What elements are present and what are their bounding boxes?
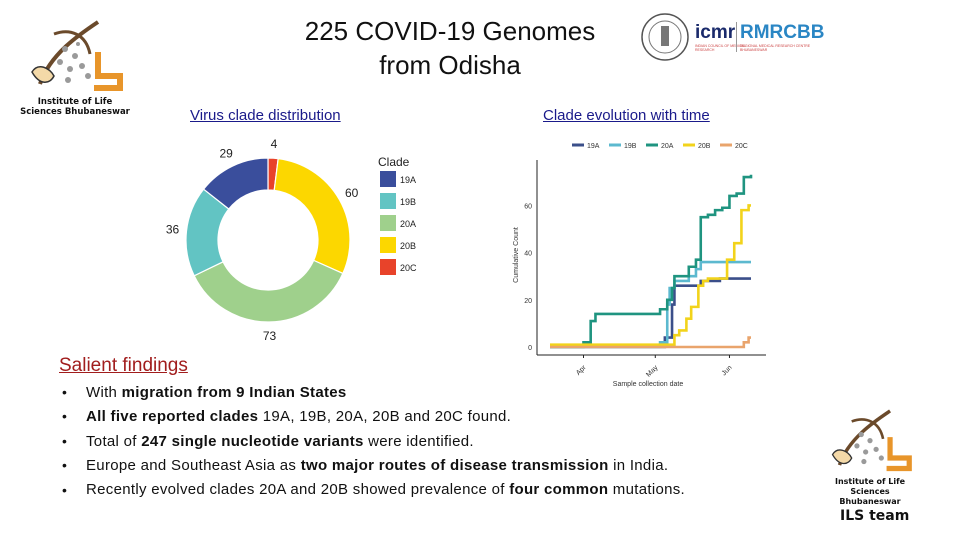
clade-evolution-line-chart: 0 20 40 60 Apr May Jun Sample collection date Cu… bbox=[513, 143, 766, 388]
y-axis-label: Cumulative Count bbox=[513, 227, 520, 283]
legend-label-19B: 19B bbox=[624, 143, 637, 150]
rmrcbb-logo-text: RMRCBB bbox=[740, 22, 825, 43]
finding-text: 19A, 19B, 20A, 20B and 20C found. bbox=[262, 408, 512, 425]
legend-label-19A: 19A bbox=[587, 143, 600, 150]
virus-clade-distribution-link[interactable]: Virus clade distribution bbox=[190, 107, 341, 124]
legend-label-20C: 20C bbox=[400, 263, 417, 273]
donut-slice-20A bbox=[193, 259, 344, 323]
legend-swatch-19A bbox=[380, 171, 396, 187]
bullet-marker: • bbox=[62, 433, 67, 449]
finding-text: Europe and Southeast Asia as bbox=[86, 457, 301, 474]
finding-text: mutations. bbox=[608, 481, 686, 498]
slide-title: 225 COVID-19 Genomes from Odisha bbox=[250, 14, 650, 82]
ils-logo-graphic bbox=[31, 20, 123, 91]
donut-label-20C: 4 bbox=[271, 137, 278, 151]
donut-slice-20B bbox=[273, 157, 351, 275]
legend-swatch-19B bbox=[380, 193, 396, 209]
x-axis-label: Sample collection date bbox=[613, 381, 684, 388]
rmrcbb-logo-subtext: REGIONAL MEDICAL RESEARCH CENTRE BHUBANE… bbox=[740, 44, 811, 52]
finding-text: in India. bbox=[608, 457, 669, 474]
legend-label-20B: 20B bbox=[400, 241, 416, 251]
legend-swatch-20B bbox=[380, 237, 396, 253]
donut-label-19B: 36 bbox=[166, 223, 180, 237]
bullet-marker: • bbox=[62, 482, 67, 498]
bullet-marker: • bbox=[62, 457, 67, 473]
finding-text: Total of bbox=[86, 433, 142, 450]
legend-label-20A: 20A bbox=[661, 143, 674, 150]
y-tick-label: 60 bbox=[524, 203, 532, 210]
ils-logo-text-2: Sciences Bhubaneswar bbox=[20, 107, 130, 117]
series-line-20B bbox=[550, 204, 751, 346]
legend-title: Clade bbox=[378, 155, 410, 169]
finding-emphasis: four common bbox=[509, 481, 609, 498]
finding-1: With migration from 9 Indian States bbox=[86, 384, 347, 401]
finding-text: With bbox=[86, 384, 122, 401]
y-tick-label: 20 bbox=[524, 298, 532, 305]
icmr-emblem-icon bbox=[641, 13, 689, 61]
icmr-rmrcbb-logo: icmr INDIAN COUNCIL OF MEDICAL RESEARCH … bbox=[640, 12, 830, 62]
finding-4: Europe and Southeast Asia as two major r… bbox=[86, 457, 668, 474]
x-tick-label: May bbox=[645, 364, 660, 379]
ils-team-label: ILS team bbox=[840, 508, 910, 524]
salient-findings-heading: Salient findings bbox=[59, 355, 188, 376]
finding-3: Total of 247 single nucleotide variants … bbox=[86, 433, 474, 450]
title-line-1: 225 COVID-19 Genomes bbox=[304, 16, 596, 46]
legend-label-19A: 19A bbox=[400, 175, 416, 185]
x-tick-label: Jun bbox=[721, 364, 734, 377]
legend-swatch-20C bbox=[380, 259, 396, 275]
clade-donut-chart: 4 60 73 36 29 Clade 19A 19B 20A 20B 20C bbox=[166, 137, 417, 343]
y-tick-label: 0 bbox=[528, 345, 532, 352]
finding-emphasis: migration from 9 Indian States bbox=[121, 384, 347, 401]
donut-label-20A: 73 bbox=[263, 329, 277, 343]
ils-logo-text-1: Institute of Life bbox=[37, 97, 113, 107]
finding-5: Recently evolved clades 20A and 20B show… bbox=[86, 478, 736, 503]
x-tick-label: Apr bbox=[575, 364, 588, 377]
bullet-marker: • bbox=[62, 384, 67, 400]
donut-label-20B: 60 bbox=[345, 186, 359, 200]
legend-label-20B: 20B bbox=[698, 143, 711, 150]
legend-swatch-20A bbox=[380, 215, 396, 231]
ils-logo-text-2: Sciences Bhubaneswar bbox=[839, 487, 901, 506]
finding-text: Recently evolved clades 20A and 20B show… bbox=[86, 481, 510, 498]
series-line-19B bbox=[550, 260, 751, 349]
finding-emphasis: All five reported clades bbox=[86, 408, 263, 425]
bullet-marker: • bbox=[62, 408, 67, 424]
legend-label-20C: 20C bbox=[735, 143, 748, 150]
finding-emphasis: two major routes of disease transmission bbox=[300, 457, 609, 474]
legend-label-20A: 20A bbox=[400, 219, 416, 229]
ils-logo-small: Institute of Life Sciences Bhubaneswar bbox=[820, 404, 920, 507]
title-line-2: from Odisha bbox=[379, 50, 521, 80]
ils-logo: Institute of Life Sciences Bhubaneswar bbox=[20, 14, 130, 117]
finding-2: All five reported clades 19A, 19B, 20A, … bbox=[86, 408, 511, 425]
legend-label-19B: 19B bbox=[400, 197, 416, 207]
donut-label-19A: 29 bbox=[219, 147, 233, 161]
y-tick-label: 40 bbox=[524, 251, 532, 258]
finding-emphasis: 247 single nucleotide variants bbox=[141, 433, 364, 450]
ils-logo-text-1: Institute of Life bbox=[834, 477, 906, 486]
clade-evolution-link[interactable]: Clade evolution with time bbox=[543, 107, 710, 124]
ils-logo-graphic bbox=[831, 409, 912, 472]
icmr-logo-text: icmr bbox=[695, 22, 736, 43]
finding-text: were identified. bbox=[363, 433, 474, 450]
